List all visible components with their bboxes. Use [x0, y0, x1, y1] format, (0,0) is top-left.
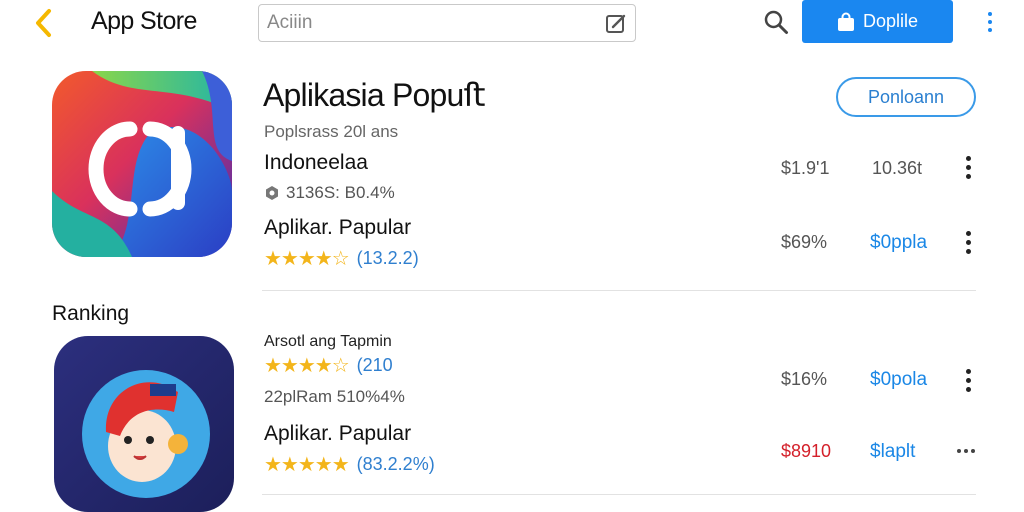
primary-action-button[interactable]: Doplile — [802, 0, 953, 43]
more-horizontal-icon[interactable] — [955, 445, 977, 457]
edit-icon[interactable] — [605, 13, 627, 35]
get-link[interactable]: $0pola — [870, 369, 927, 391]
size-label: 10.36t — [872, 158, 923, 178]
featured-meta: 3136S: B0.4% — [264, 183, 395, 203]
ranking-item2-title[interactable]: Aplikar. Papular — [264, 422, 411, 446]
featured-app-artwork — [52, 71, 232, 257]
featured-subtitle: Poplsrass 20l ans — [264, 122, 399, 141]
divider — [262, 290, 976, 291]
featured-secondary-name[interactable]: Aplikar. Papular — [264, 216, 411, 240]
featured-get-button[interactable]: Ponloann — [836, 77, 976, 117]
section-title-ranking: Ranking — [52, 302, 130, 325]
featured-app-name[interactable]: Indoneelaa — [264, 151, 368, 175]
ranking-app-icon[interactable] — [54, 336, 234, 512]
rating-count: (13.2.2) — [356, 248, 419, 268]
featured-title: Aplikasia Popuﬅ — [263, 77, 485, 113]
star-rating-icon: ★★★★☆ — [264, 355, 350, 377]
price-label: $1.9'1 — [781, 158, 830, 178]
app-title: App Store — [91, 7, 197, 35]
featured-app-icon[interactable] — [52, 71, 232, 257]
divider — [262, 494, 976, 495]
star-rating-icon: ★★★★☆ — [264, 248, 350, 270]
shopping-bag-icon — [837, 12, 854, 31]
ranking-item1-rating: ★★★★☆ (210 — [264, 353, 393, 378]
more-vertical-icon[interactable] — [982, 12, 998, 34]
search-box[interactable] — [258, 4, 636, 42]
featured-meta-text: 3136S: B0.4% — [286, 183, 395, 202]
search-input[interactable] — [267, 9, 587, 37]
back-button[interactable] — [28, 6, 58, 40]
price-label: $16% — [781, 369, 828, 389]
star-rating-icon: ★★★★★ — [264, 454, 350, 476]
price-label: $8910 — [781, 441, 832, 461]
rating-count: (83.2.2%) — [356, 454, 435, 474]
get-link[interactable]: $laplt — [870, 441, 915, 463]
ranking-item2-rating: ★★★★★ (83.2.2%) — [264, 452, 435, 477]
more-vertical-icon[interactable] — [962, 230, 974, 254]
more-vertical-icon[interactable] — [962, 368, 974, 392]
back-arrow-icon — [36, 9, 51, 37]
price-label: $69% — [781, 232, 828, 252]
app-store-screen: App Store Doplile — [0, 0, 1024, 512]
rating-count: (210 — [356, 355, 393, 375]
search-icon[interactable] — [763, 9, 789, 35]
ranking-app-artwork — [54, 336, 234, 512]
ranking-item1-title[interactable]: Arsotl ang Tapmin — [264, 333, 392, 351]
more-vertical-icon[interactable] — [962, 155, 974, 179]
get-link[interactable]: $0ppla — [870, 232, 927, 254]
ranking-item1-meta: 22plRam 510%4% — [264, 387, 405, 406]
gear-icon — [266, 186, 278, 200]
featured-rating: ★★★★☆ (13.2.2) — [264, 246, 419, 271]
primary-action-label: Doplile — [862, 11, 919, 31]
